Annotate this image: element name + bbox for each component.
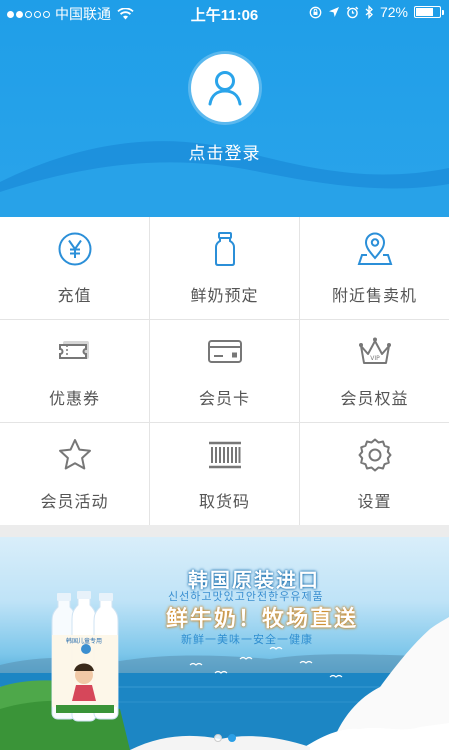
avatar[interactable] — [191, 54, 259, 122]
status-bar: 中国联通 上午11:06 72% — [0, 0, 449, 26]
grid-item-label: 会员权益 — [340, 391, 409, 408]
grid-item-member-card[interactable]: 会员卡 — [150, 320, 300, 423]
grid-item-milk-order[interactable]: 鲜奶预定 — [150, 217, 300, 320]
section-divider — [0, 525, 449, 537]
barcode-icon — [208, 441, 241, 469]
grid-item-label: 充值 — [57, 288, 92, 305]
login-link[interactable]: 点击登录 — [0, 139, 449, 164]
banner-slogan: 鲜牛奶！牧场直送 — [166, 606, 359, 631]
function-grid: 充值 鲜奶预定 附近售卖机 优惠券 会员卡 VIP 会员权益 会员活动 取货码 … — [0, 217, 449, 525]
grid-item-member-rights[interactable]: VIP 会员权益 — [300, 320, 449, 423]
milk-bottle-icon — [214, 232, 235, 266]
yen-icon — [58, 232, 91, 266]
wifi-icon — [117, 8, 134, 20]
location-arrow-icon — [328, 7, 339, 17]
milk-bottles — [51, 591, 119, 722]
rotation-lock-icon — [309, 6, 322, 18]
grid-item-label: 鲜奶预定 — [190, 288, 259, 305]
grid-item-label: 设置 — [357, 494, 392, 511]
grid-item-label: 取货码 — [198, 494, 250, 511]
carousel-dot[interactable] — [227, 734, 236, 742]
carrier-name: 中国联通 — [55, 6, 111, 22]
alarm-icon — [346, 6, 359, 18]
gear-icon — [358, 438, 391, 472]
grid-item-recharge[interactable]: 充值 — [0, 217, 150, 320]
grid-item-settings[interactable]: 设置 — [300, 423, 449, 525]
bluetooth-icon — [365, 5, 373, 19]
battery-icon — [414, 6, 444, 18]
location-pin-icon — [357, 232, 392, 265]
coupon-icon — [58, 341, 89, 359]
profile-header: 中国联通 上午11:06 72% 点击登录 — [0, 0, 449, 217]
grid-item-pickup-code[interactable]: 取货码 — [150, 423, 300, 525]
signal-strength — [7, 10, 50, 18]
promo-banner[interactable]: 韩国原装进口 신선하고맛있고안전한우유제품 鲜牛奶！牧场直送 新鲜一美味一安全一… — [0, 537, 449, 750]
grid-item-label: 会员活动 — [40, 494, 109, 511]
grid-item-coupon[interactable]: 优惠券 — [0, 320, 150, 423]
bottle-label: 韩国儿童专用 — [66, 639, 103, 645]
grid-item-nearby-vending[interactable]: 附近售卖机 — [300, 217, 449, 320]
header-wave — [0, 141, 449, 217]
card-icon — [207, 340, 242, 363]
svg-text:VIP: VIP — [370, 355, 380, 362]
vip-crown-icon: VIP — [358, 337, 391, 364]
grid-item-label: 会员卡 — [198, 391, 250, 408]
star-icon — [58, 439, 91, 470]
grid-item-label: 优惠券 — [48, 391, 100, 408]
battery-percent: 72% — [379, 4, 408, 20]
user-icon — [208, 71, 242, 106]
carousel-indicator — [0, 734, 449, 742]
grid-item-member-activity[interactable]: 会员活动 — [0, 423, 150, 525]
banner-subline: 新鲜一美味一安全一健康 — [181, 634, 313, 646]
carousel-dot[interactable] — [213, 734, 222, 742]
grid-item-label: 附近售卖机 — [331, 288, 417, 305]
